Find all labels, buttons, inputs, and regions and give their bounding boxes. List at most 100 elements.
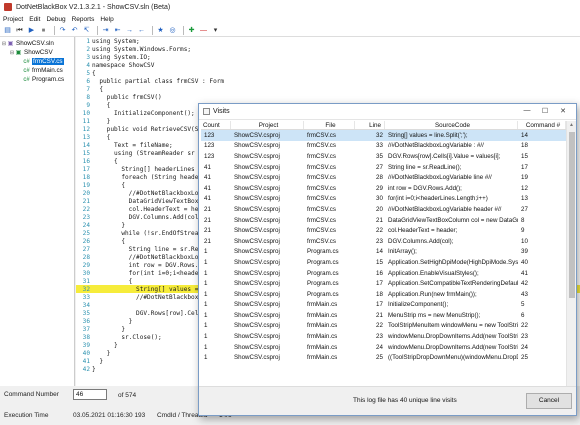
code-line[interactable]: 8 public frmCSV() [76,93,580,101]
column-header-command[interactable]: Command # [518,121,566,129]
watch-icon[interactable]: ◎ [168,26,177,35]
cell-file: Program.cs [307,280,339,288]
code-line[interactable]: 3 using System.IO; [76,53,580,61]
open-folder-icon[interactable]: ▤ [3,26,12,35]
table-row[interactable]: 1 ShowCSV.csproj Program.cs 14 InitArray(); 3… [201,247,566,258]
cell-project: ShowCSV.csproj [234,311,280,319]
step-into-icon[interactable]: ↷ [58,26,67,35]
cell-command: 42 [521,280,528,288]
cell-project: ShowCSV.csproj [234,269,280,277]
table-row[interactable]: 1 ShowCSV.csproj frmMain.cs 22 ToolStripMenu… [201,321,566,332]
tree-item-frmcsv[interactable]: c# frmCSV.cs [0,57,74,66]
table-row[interactable]: 41 ShowCSV.csproj frmCSV.cs 28 //#DotNetBlac… [201,172,566,183]
cell-count: 1 [204,280,208,288]
scroll-up-icon[interactable]: ▲ [567,121,576,130]
code-text: { [92,85,104,93]
table-row[interactable]: 21 ShowCSV.csproj frmCSV.cs 22 col.HeaderTex… [201,225,566,236]
play-icon[interactable]: ▶ [27,26,36,35]
cell-project: ShowCSV.csproj [234,216,280,224]
table-row[interactable]: 41 ShowCSV.csproj frmCSV.cs 29 int row = DGV… [201,183,566,194]
cell-project: ShowCSV.csproj [234,333,280,341]
table-row[interactable]: 1 ShowCSV.csproj frmMain.cs 25 ((ToolStripDr… [201,352,566,363]
table-row[interactable]: 1 ShowCSV.csproj Program.cs 16 Application.E… [201,268,566,279]
code-text: sr.Close(); [92,333,162,341]
menu-debug[interactable]: Debug [46,16,65,23]
minimize-icon[interactable]: — [518,107,536,115]
cell-count: 1 [204,311,208,319]
table-row[interactable]: 123 ShowCSV.csproj frmCSV.cs 32 String[] val… [201,130,566,141]
step-over-icon[interactable]: ↶ [70,26,79,35]
goto-prev-icon[interactable]: ← [137,26,146,35]
step-back-icon[interactable]: ⏮ [15,26,24,35]
tree-item-label: frmMain.cs [32,67,63,74]
code-text: { [92,157,118,165]
cell-project: ShowCSV.csproj [234,280,280,288]
cell-line: 21 [376,311,383,319]
tree-item-solution[interactable]: ⊟ ▣ ShowCSV.sln [0,39,74,48]
menu-edit[interactable]: Edit [29,16,40,23]
scrollbar-thumb[interactable] [569,132,575,298]
cell-command: 40 [521,258,528,266]
code-line[interactable]: 4 namespace ShowCSV [76,61,580,69]
step-out-icon[interactable]: ↸ [82,26,91,35]
cell-command: 14 [521,131,528,139]
menu-reports[interactable]: Reports [72,16,95,23]
cell-file: frmMain.cs [307,301,338,309]
cell-command: 23 [521,333,528,341]
remove-icon[interactable]: — [199,26,208,35]
column-header-line[interactable]: Line [355,121,385,129]
code-line[interactable]: 6 public partial class frmCSV : Form [76,77,580,85]
code-line[interactable]: 2 using System.Windows.Forms; [76,45,580,53]
table-row[interactable]: 1 ShowCSV.csproj Program.cs 15 Application.S… [201,257,566,268]
cell-project: ShowCSV.csproj [234,354,280,362]
line-number: 39 [82,341,90,349]
line-number: 22 [82,205,90,213]
table-row[interactable]: 21 ShowCSV.csproj frmCSV.cs 20 //#DotNetBlac… [201,204,566,215]
run-to-cursor-icon[interactable]: ⇥ [101,26,110,35]
table-row[interactable]: 1 ShowCSV.csproj frmMain.cs 17 InitializeCom… [201,300,566,311]
more-icon[interactable]: ▾ [211,26,220,35]
line-number: 18 [82,173,90,181]
table-row[interactable]: 41 ShowCSV.csproj frmCSV.cs 30 for(int i=0;i… [201,194,566,205]
grid-scrollbar[interactable]: ▲ [566,121,576,387]
table-row[interactable]: 1 ShowCSV.csproj frmMain.cs 21 MenuStrip ms … [201,310,566,321]
line-number: 15 [82,149,90,157]
command-number-input[interactable]: 46 [73,389,107,400]
line-number: 40 [82,349,90,357]
code-line[interactable]: 7 { [76,85,580,93]
jump-back-icon[interactable]: ⇤ [113,26,122,35]
cell-count: 21 [204,216,211,224]
cell-line: 20 [376,205,383,213]
code-line[interactable]: 5{ [76,69,580,77]
table-row[interactable]: 1 ShowCSV.csproj Program.cs 17 Application.S… [201,278,566,289]
cell-command: 13 [521,195,528,203]
column-header-file[interactable]: File [304,121,355,129]
table-row[interactable]: 21 ShowCSV.csproj frmCSV.cs 21 DataGridViewT… [201,215,566,226]
menu-project[interactable]: Project [3,16,23,23]
tree-item-program[interactable]: c# Program.cs [0,75,74,84]
line-number: 17 [82,165,90,173]
cell-file: frmMain.cs [307,333,338,341]
column-header-sourcecode[interactable]: SourceCode [385,121,518,129]
table-row[interactable]: 123 ShowCSV.csproj frmCSV.cs 33 //#DotNetBla… [201,141,566,152]
table-row[interactable]: 123 ShowCSV.csproj frmCSV.cs 35 DGV.Rows[row… [201,151,566,162]
goto-next-icon[interactable]: → [125,26,134,35]
tree-item-frmmain[interactable]: c# frmMain.cs [0,66,74,75]
column-header-count[interactable]: Count [201,121,231,129]
tree-item-project[interactable]: ⊟ ▣ ShowCSV [0,48,74,57]
cell-command: 5 [521,301,525,309]
code-line[interactable]: 1 using System; [76,37,580,45]
close-icon[interactable]: ✕ [554,107,572,115]
breakpoint-icon[interactable]: ★ [156,26,165,35]
table-row[interactable]: 1 ShowCSV.csproj frmMain.cs 24 windowMenu.Dr… [201,342,566,353]
cancel-button[interactable]: Cancel [526,393,572,409]
table-row[interactable]: 41 ShowCSV.csproj frmCSV.cs 27 String line =… [201,162,566,173]
maximize-icon[interactable]: ☐ [536,107,554,115]
add-icon[interactable]: ✚ [187,26,196,35]
menu-help[interactable]: Help [100,16,113,23]
table-row[interactable]: 21 ShowCSV.csproj frmCSV.cs 23 DGV.Columns.A… [201,236,566,247]
pause-icon[interactable]: ⏸ [39,26,48,35]
table-row[interactable]: 1 ShowCSV.csproj Program.cs 18 Application.R… [201,289,566,300]
column-header-project[interactable]: Project [231,121,304,129]
table-row[interactable]: 1 ShowCSV.csproj frmMain.cs 23 windowMenu.Dr… [201,331,566,342]
